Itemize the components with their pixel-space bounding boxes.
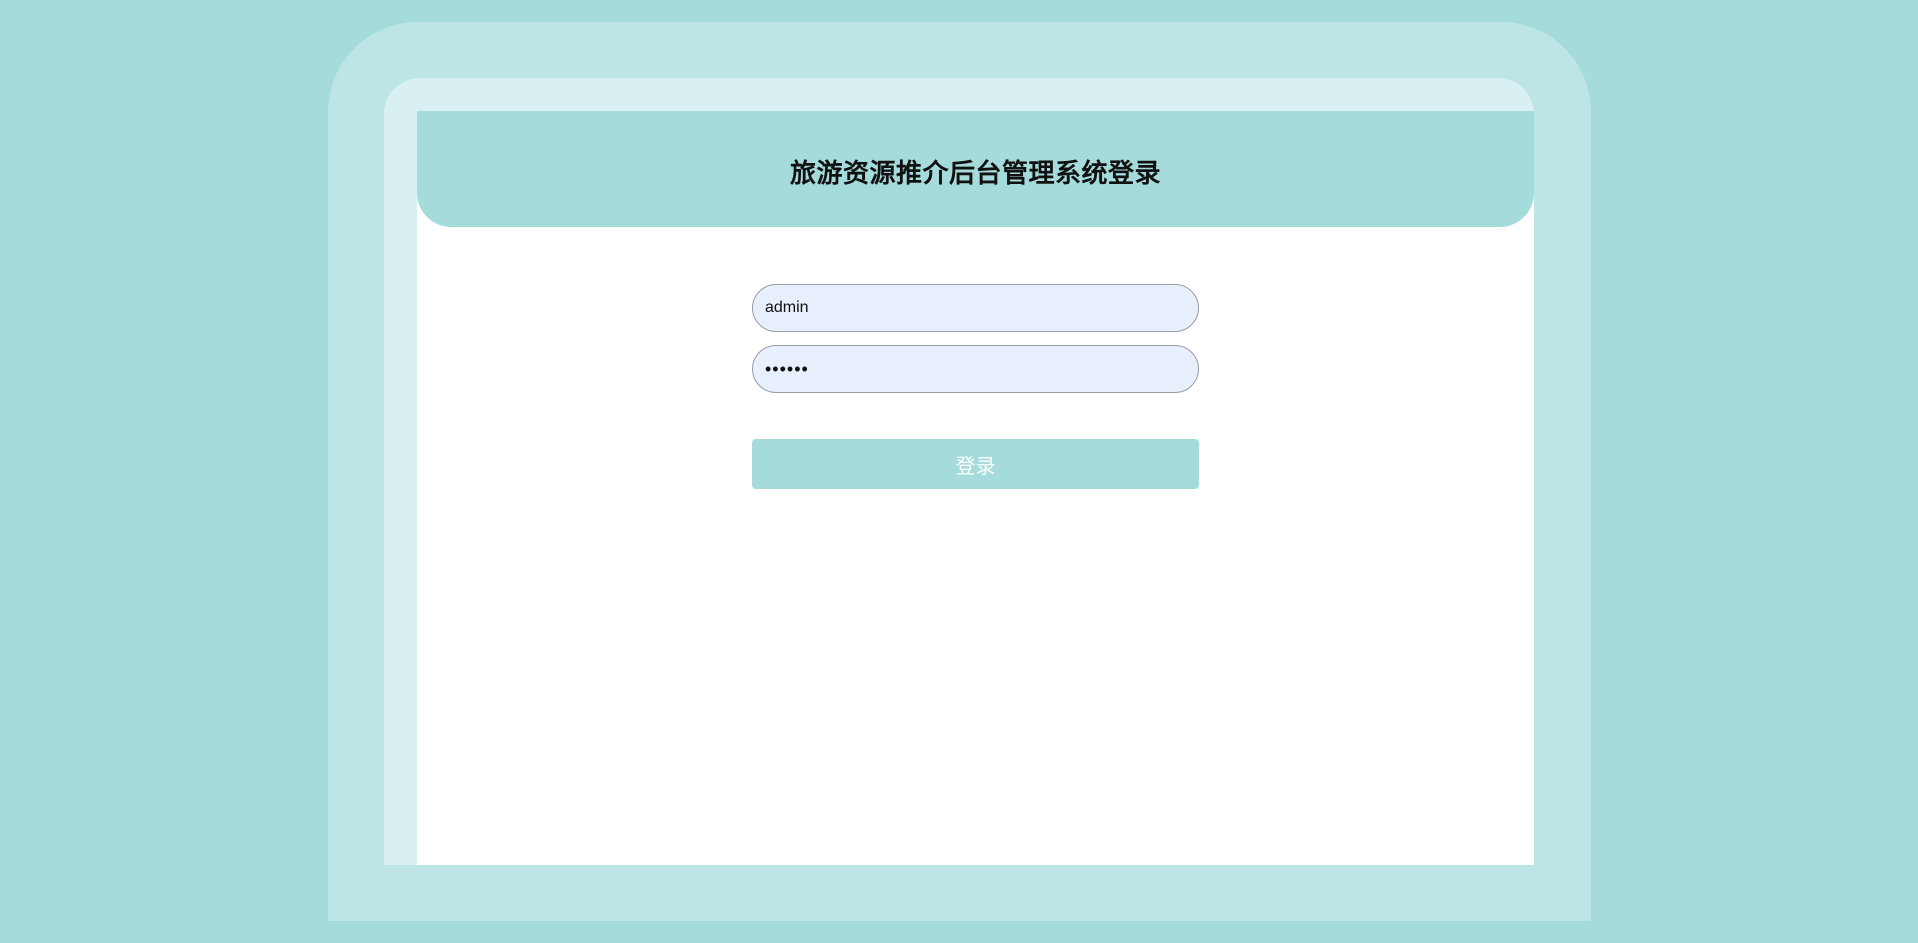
outer-frame: 旅游资源推介后台管理系统登录 登录 — [328, 22, 1591, 921]
page-title: 旅游资源推介后台管理系统登录 — [789, 158, 1161, 189]
login-panel: 旅游资源推介后台管理系统登录 登录 — [417, 111, 1534, 865]
username-input[interactable] — [752, 284, 1199, 332]
header-band: 旅游资源推介后台管理系统登录 — [417, 111, 1534, 227]
login-button[interactable]: 登录 — [752, 439, 1199, 489]
middle-frame: 旅游资源推介后台管理系统登录 登录 — [384, 78, 1534, 865]
password-input[interactable] — [752, 345, 1199, 393]
